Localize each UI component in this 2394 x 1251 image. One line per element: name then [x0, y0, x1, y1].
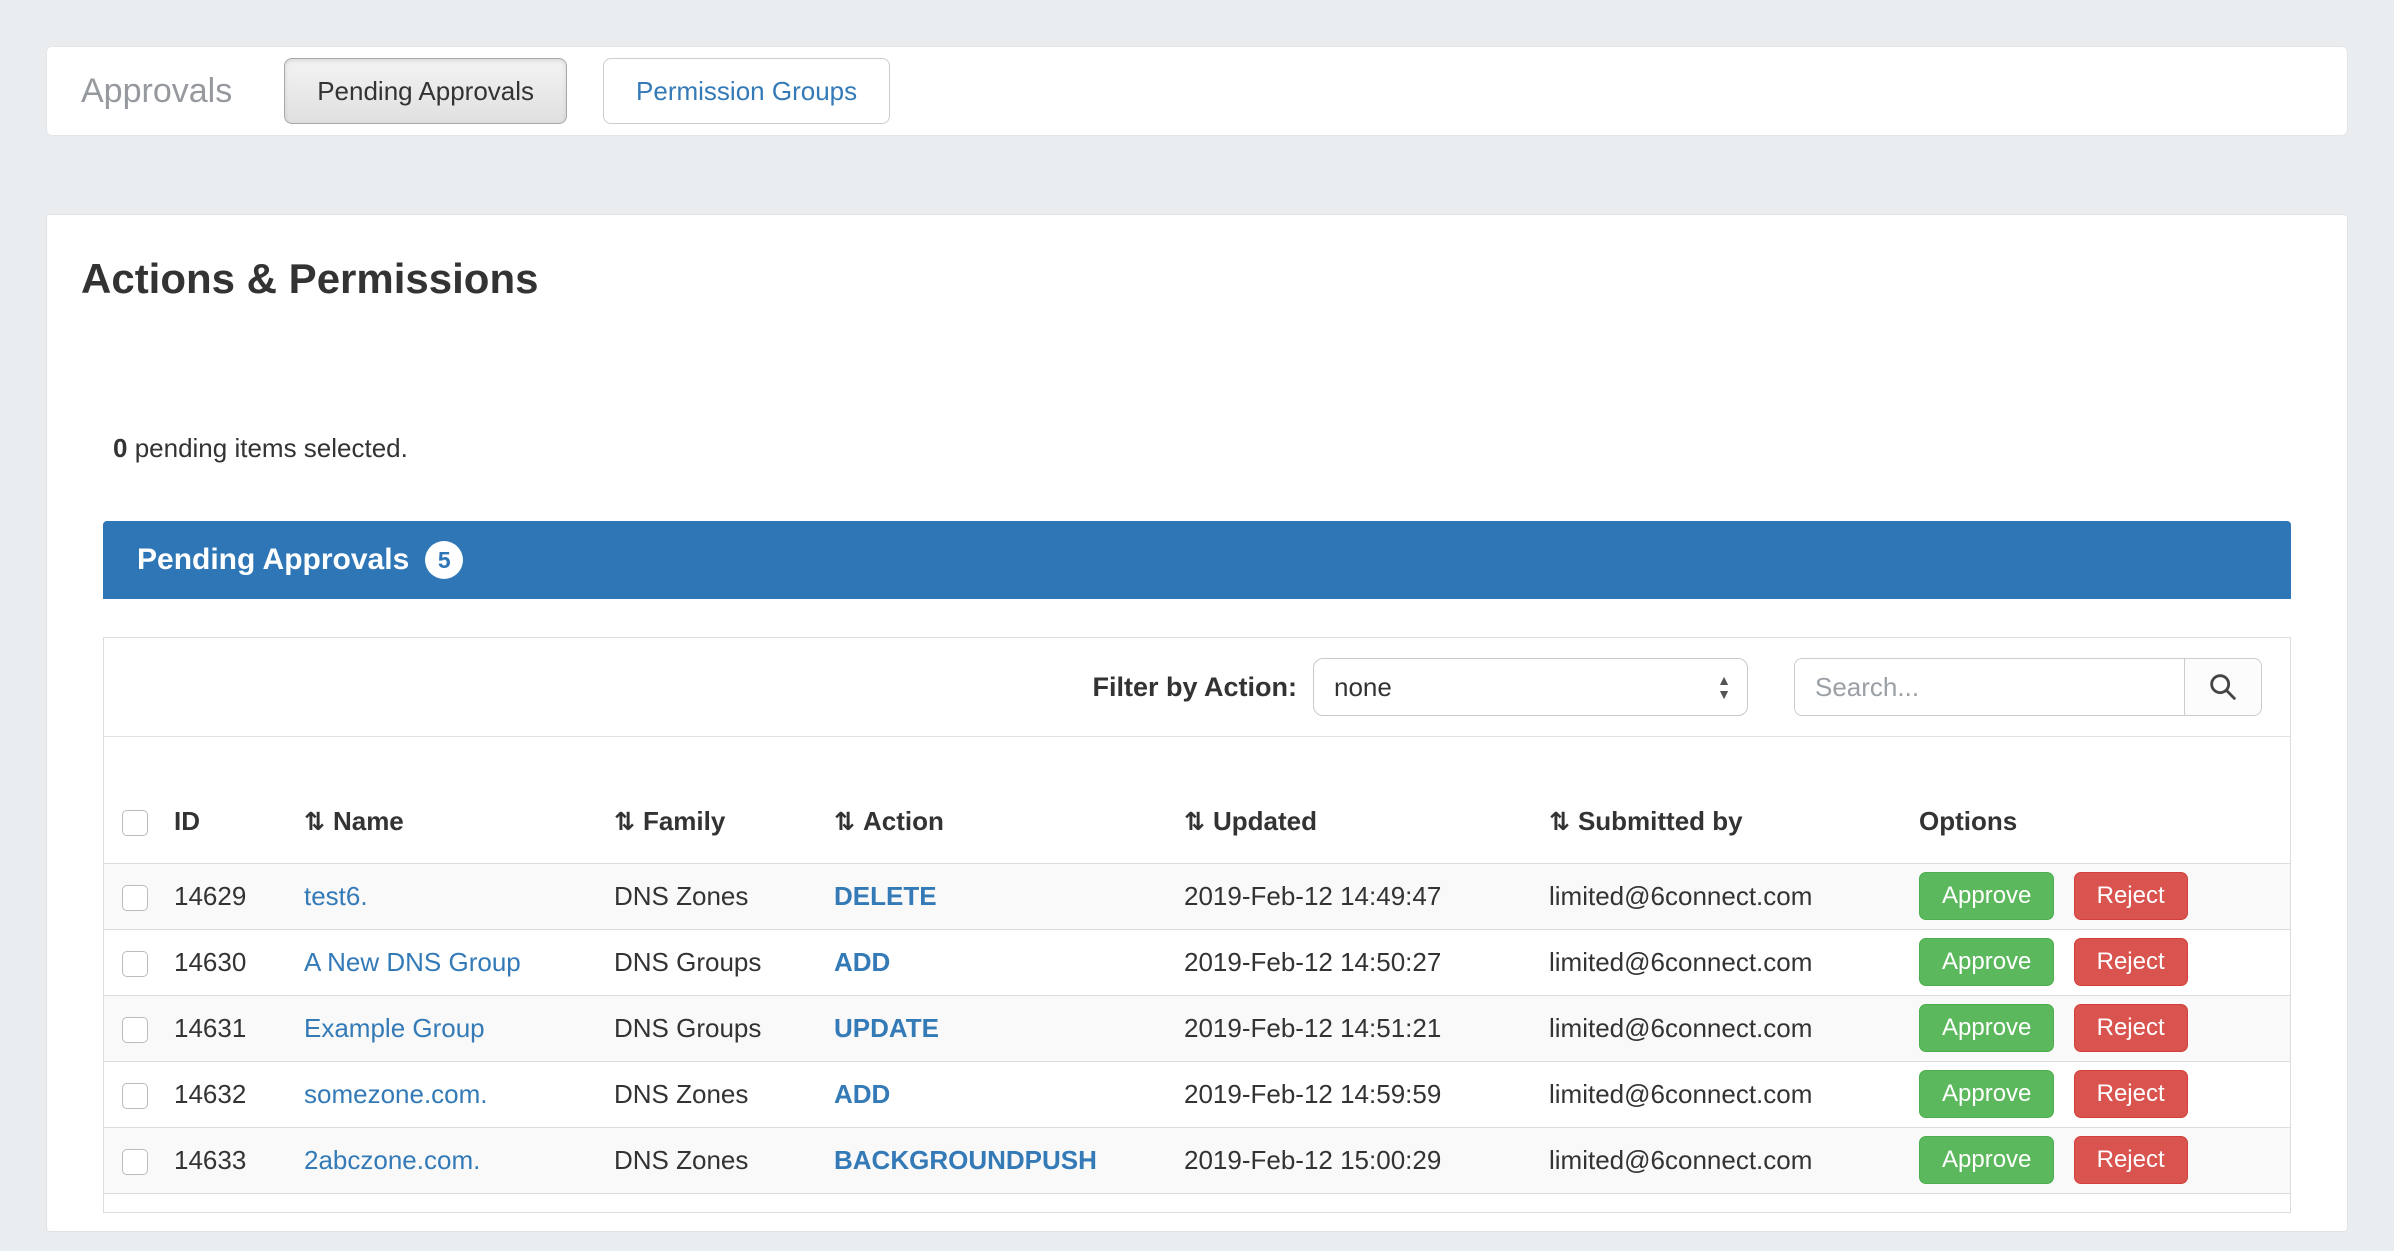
approve-button[interactable]: Approve: [1919, 1070, 2054, 1118]
selected-count: 0: [113, 433, 127, 463]
row-submitted-by: limited@6connect.com: [1533, 1061, 1903, 1127]
row-action-link[interactable]: ADD: [834, 1079, 890, 1109]
row-updated: 2019-Feb-12 14:49:47: [1168, 863, 1533, 929]
col-updated-label: Updated: [1213, 806, 1317, 836]
approve-button[interactable]: Approve: [1919, 872, 2054, 920]
col-options: Options: [1903, 737, 2290, 863]
page-title: Approvals: [81, 72, 232, 111]
reject-button[interactable]: Reject: [2074, 1004, 2188, 1052]
panel-header: Pending Approvals 5: [103, 521, 2291, 599]
caret-down-icon: ▼: [1717, 687, 1731, 701]
row-family: DNS Zones: [598, 863, 818, 929]
row-checkbox[interactable]: [122, 885, 148, 911]
filter-label: Filter by Action:: [1092, 672, 1297, 703]
row-family: DNS Zones: [598, 1061, 818, 1127]
row-updated: 2019-Feb-12 14:59:59: [1168, 1061, 1533, 1127]
reject-button[interactable]: Reject: [2074, 872, 2188, 920]
row-action-link[interactable]: UPDATE: [834, 1013, 939, 1043]
reject-button[interactable]: Reject: [2074, 938, 2188, 986]
row-action-link[interactable]: DELETE: [834, 881, 937, 911]
row-submitted-by: limited@6connect.com: [1533, 995, 1903, 1061]
table-row: 14633 2abczone.com. DNS Zones BACKGROUND…: [104, 1127, 2290, 1193]
approve-button[interactable]: Approve: [1919, 1136, 2054, 1184]
col-id-label: ID: [174, 806, 200, 836]
col-family[interactable]: ⇅ Family: [598, 737, 818, 863]
tab-permission-groups[interactable]: Permission Groups: [603, 58, 890, 124]
search-input[interactable]: [1794, 658, 2185, 716]
table-row: 14632 somezone.com. DNS Zones ADD 2019-F…: [104, 1061, 2290, 1127]
action-filter-value: none: [1334, 672, 1392, 703]
sort-icon: ⇅: [614, 808, 635, 836]
row-name-link[interactable]: 2abczone.com.: [304, 1145, 480, 1175]
row-family: DNS Zones: [598, 1127, 818, 1193]
selected-summary: 0 pending items selected.: [113, 433, 2347, 464]
search-icon: [2206, 670, 2240, 704]
sort-icon: ⇅: [304, 808, 325, 836]
approve-button[interactable]: Approve: [1919, 1004, 2054, 1052]
row-name-link[interactable]: somezone.com.: [304, 1079, 488, 1109]
table-row: 14631 Example Group DNS Groups UPDATE 20…: [104, 995, 2290, 1061]
row-action-link[interactable]: ADD: [834, 947, 890, 977]
row-action-link[interactable]: BACKGROUNDPUSH: [834, 1145, 1097, 1175]
table-row: 14630 A New DNS Group DNS Groups ADD 201…: [104, 929, 2290, 995]
table-row: 14629 test6. DNS Zones DELETE 2019-Feb-1…: [104, 863, 2290, 929]
row-name-link[interactable]: Example Group: [304, 1013, 485, 1043]
reject-button[interactable]: Reject: [2074, 1136, 2188, 1184]
header-bar: Approvals Pending Approvals Permission G…: [46, 46, 2348, 136]
row-id: 14630: [158, 929, 288, 995]
action-filter-select[interactable]: none ▲ ▼: [1313, 658, 1748, 716]
col-family-label: Family: [643, 806, 725, 836]
count-badge: 5: [425, 541, 463, 579]
row-family: DNS Groups: [598, 995, 818, 1061]
search-button[interactable]: [2185, 658, 2262, 716]
col-updated[interactable]: ⇅ Updated: [1168, 737, 1533, 863]
tab-pending-approvals[interactable]: Pending Approvals: [284, 58, 567, 124]
col-submitted-by[interactable]: ⇅ Submitted by: [1533, 737, 1903, 863]
col-action-label: Action: [863, 806, 944, 836]
approvals-table: ID ⇅ Name ⇅ Family ⇅ Action ⇅ Updated ⇅ Submi…: [104, 737, 2290, 1194]
section-title: Actions & Permissions: [81, 255, 2347, 303]
sort-icon: ⇅: [1184, 808, 1205, 836]
row-checkbox[interactable]: [122, 1149, 148, 1175]
row-submitted-by: limited@6connect.com: [1533, 1127, 1903, 1193]
col-select: [104, 737, 158, 863]
row-name-link[interactable]: A New DNS Group: [304, 947, 521, 977]
main-card: Actions & Permissions 0 pending items se…: [46, 214, 2348, 1232]
row-submitted-by: limited@6connect.com: [1533, 863, 1903, 929]
panel-title: Pending Approvals: [137, 543, 409, 577]
row-checkbox[interactable]: [122, 1017, 148, 1043]
row-id: 14633: [158, 1127, 288, 1193]
sort-icon: ⇅: [1549, 808, 1570, 836]
col-name-label: Name: [333, 806, 404, 836]
row-id: 14632: [158, 1061, 288, 1127]
selected-text: pending items selected.: [127, 433, 407, 463]
row-id: 14629: [158, 863, 288, 929]
col-id: ID: [158, 737, 288, 863]
row-family: DNS Groups: [598, 929, 818, 995]
filter-row: Filter by Action: none ▲ ▼: [104, 638, 2290, 737]
approvals-panel: Filter by Action: none ▲ ▼: [103, 637, 2291, 1213]
row-checkbox[interactable]: [122, 1083, 148, 1109]
col-options-label: Options: [1919, 806, 2017, 836]
approvals-table-body: 14629 test6. DNS Zones DELETE 2019-Feb-1…: [104, 863, 2290, 1193]
row-updated: 2019-Feb-12 15:00:29: [1168, 1127, 1533, 1193]
select-arrows-icon: ▲ ▼: [1717, 673, 1731, 701]
search-group: [1794, 658, 2262, 716]
sort-icon: ⇅: [834, 808, 855, 836]
col-action[interactable]: ⇅ Action: [818, 737, 1168, 863]
approve-button[interactable]: Approve: [1919, 938, 2054, 986]
row-updated: 2019-Feb-12 14:51:21: [1168, 995, 1533, 1061]
caret-up-icon: ▲: [1717, 673, 1731, 687]
row-name-link[interactable]: test6.: [304, 881, 368, 911]
row-submitted-by: limited@6connect.com: [1533, 929, 1903, 995]
select-all-checkbox[interactable]: [122, 810, 148, 836]
col-submitted-by-label: Submitted by: [1578, 806, 1743, 836]
reject-button[interactable]: Reject: [2074, 1070, 2188, 1118]
col-name[interactable]: ⇅ Name: [288, 737, 598, 863]
row-id: 14631: [158, 995, 288, 1061]
row-updated: 2019-Feb-12 14:50:27: [1168, 929, 1533, 995]
table-header-row: ID ⇅ Name ⇅ Family ⇅ Action ⇅ Updated ⇅ Submi…: [104, 737, 2290, 863]
row-checkbox[interactable]: [122, 951, 148, 977]
